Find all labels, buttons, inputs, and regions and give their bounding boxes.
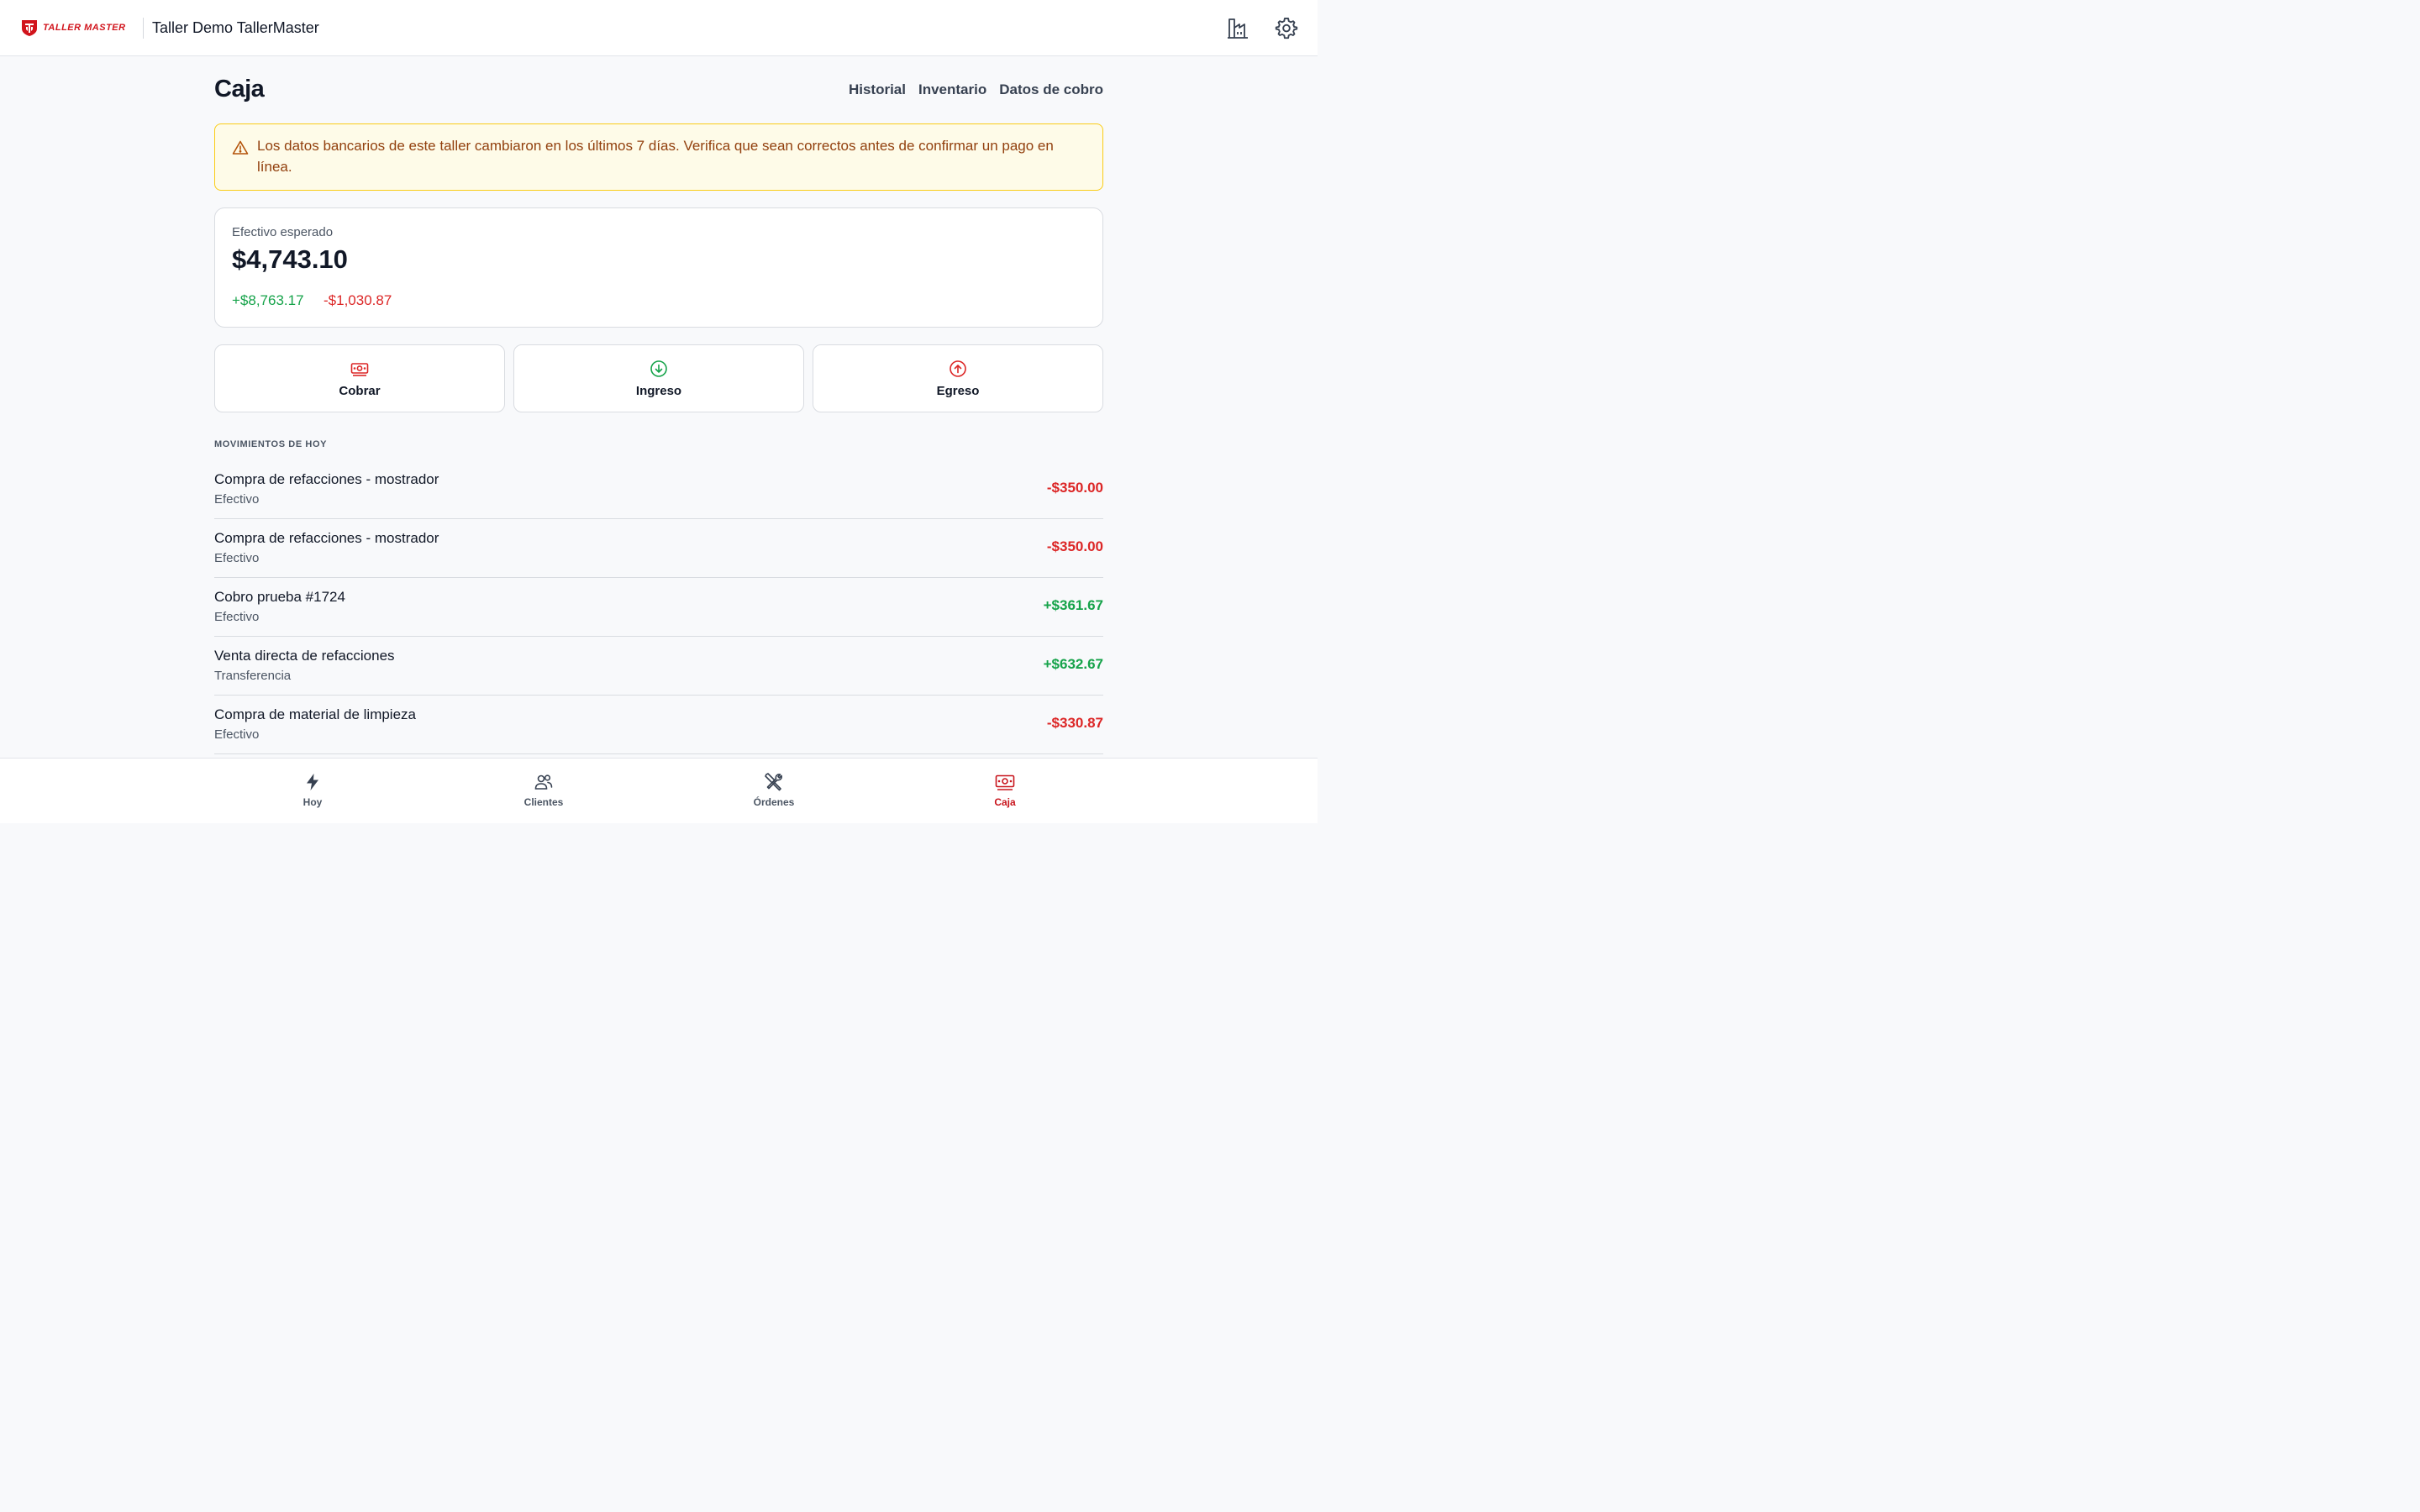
movement-amount: +$632.67 [1043, 656, 1103, 672]
nav-label-clientes: Clientes [523, 796, 564, 808]
movement-method: Efectivo [214, 727, 260, 742]
arrow-up-circle-icon [950, 360, 966, 377]
page-title: Caja [214, 76, 265, 102]
movement-method: Efectivo [214, 610, 260, 624]
nav-label-hoy: Hoy [302, 796, 323, 808]
shop-name: Taller Demo TallerMaster [152, 19, 319, 36]
link-historial[interactable]: Historial [849, 81, 906, 98]
movement-row[interactable]: Cobro prueba #1724 Efectivo +$361.67 [214, 578, 1103, 637]
cash-actions: Cobrar Ingreso Egreso [214, 344, 1103, 412]
warning-icon [232, 140, 249, 155]
movement-title: Compra de refacciones - mostrador [214, 530, 439, 546]
top-bar: TALLER MASTER Taller Demo TallerMaster [0, 0, 1318, 56]
cash-expense-total: -$1,030.87 [324, 292, 392, 308]
ingreso-button[interactable]: Ingreso [513, 344, 804, 412]
cash-icon [995, 774, 1015, 790]
movement-row[interactable]: Compra de material de limpieza Efectivo … [214, 696, 1103, 754]
bottom-nav: Hoy Clientes Órdenes Caja [0, 758, 1318, 823]
page-links: Historial Inventario Datos de cobro [849, 81, 1103, 98]
bank-data-alert: Los datos bancarios de este taller cambi… [214, 123, 1103, 191]
movements-list: Compra de refacciones - mostrador Efecti… [214, 460, 1103, 754]
alert-text: Los datos bancarios de este taller cambi… [257, 138, 1054, 175]
cash-summary-card: Efectivo esperado $4,743.10 +$8,763.17 -… [214, 207, 1103, 328]
arrow-down-circle-icon [650, 360, 667, 377]
movement-amount: -$350.00 [1046, 538, 1103, 554]
nav-item-hoy[interactable]: Hoy [262, 759, 363, 824]
link-inventario[interactable]: Inventario [918, 81, 986, 98]
cobrar-button[interactable]: Cobrar [214, 344, 505, 412]
users-icon [534, 774, 553, 790]
link-datos-de-cobro[interactable]: Datos de cobro [999, 81, 1103, 98]
movement-title: Venta directa de refacciones [214, 648, 395, 664]
ingreso-label: Ingreso [635, 384, 682, 398]
cash-icon [350, 363, 369, 376]
expected-cash-label: Efectivo esperado [232, 225, 334, 239]
cash-income-total: +$8,763.17 [232, 292, 304, 308]
movement-row[interactable]: Compra de refacciones - mostrador Efecti… [214, 460, 1103, 519]
movement-amount: -$350.00 [1046, 480, 1103, 496]
movement-amount: +$361.67 [1043, 597, 1103, 613]
nav-label-caja: Caja [994, 796, 1016, 808]
egreso-button[interactable]: Egreso [813, 344, 1103, 412]
nav-item-caja[interactable]: Caja [955, 759, 1055, 824]
building-icon[interactable] [1226, 16, 1249, 39]
gear-icon[interactable] [1275, 16, 1298, 39]
movement-title: Compra de refacciones - mostrador [214, 471, 439, 487]
expected-cash-amount: $4,743.10 [232, 244, 348, 274]
nav-label-ordenes: Órdenes [753, 796, 795, 808]
movement-row[interactable]: Venta directa de refacciones Transferenc… [214, 637, 1103, 696]
taller-master-logo[interactable]: TALLER MASTER [21, 18, 126, 37]
movement-amount: -$330.87 [1046, 715, 1103, 731]
movement-title: Compra de material de limpieza [214, 706, 416, 722]
header-divider [143, 18, 144, 39]
tools-icon [765, 773, 782, 791]
nav-item-clientes[interactable]: Clientes [493, 759, 594, 824]
movement-method: Efectivo [214, 551, 260, 565]
movement-title: Cobro prueba #1724 [214, 589, 345, 605]
movement-method: Transferencia [214, 669, 292, 683]
logo-text: TALLER MASTER [43, 23, 126, 33]
shield-logo-icon [22, 20, 37, 36]
nav-item-ordenes[interactable]: Órdenes [723, 759, 824, 824]
movements-section-title: MOVIMIENTOS DE HOY [214, 439, 328, 449]
movement-row[interactable]: Compra de refacciones - mostrador Efecti… [214, 519, 1103, 578]
egreso-label: Egreso [936, 384, 980, 398]
movement-method: Efectivo [214, 492, 260, 507]
cobrar-label: Cobrar [339, 384, 381, 398]
lightning-icon [307, 774, 318, 790]
